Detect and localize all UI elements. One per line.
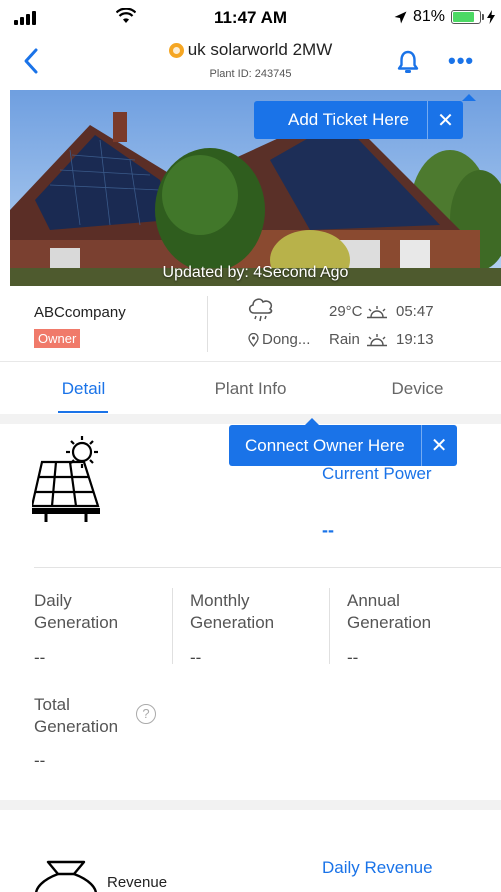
temperature: 29°C (329, 303, 363, 320)
location-pin-icon (248, 332, 259, 347)
battery-percent: 81% (412, 8, 445, 25)
company-name: ABCcompany (34, 304, 126, 321)
bell-icon[interactable] (397, 50, 419, 74)
add-ticket-tooltip-text[interactable]: Add Ticket Here (254, 110, 427, 130)
current-power-label: Current Power (322, 464, 432, 483)
annual-generation-label: Annual Generation (347, 591, 432, 632)
daily-revenue-label: Daily Revenue (322, 858, 433, 877)
plant-status-icon (168, 42, 184, 58)
section-divider (0, 800, 501, 810)
close-icon[interactable]: ✕ (420, 425, 457, 466)
monthly-generation-label: Monthly Generation (190, 591, 275, 632)
total-generation-label: Total Generation (34, 695, 119, 736)
updated-caption: Updated by: 4Second Ago (162, 264, 349, 281)
daily-generation-value: -- (34, 648, 46, 667)
divider (329, 588, 330, 664)
section-divider (0, 414, 501, 424)
location-arrow-icon (394, 11, 407, 23)
sunrise-icon (367, 305, 387, 318)
weather-condition: Rain (329, 331, 360, 348)
add-ticket-tooltip[interactable]: Add Ticket Here ✕ (254, 94, 476, 139)
sunrise-time: 05:47 (396, 303, 434, 320)
plant-info-row: ABCcompany Owner Dong... 29°C Rain 05:47 (0, 286, 501, 362)
money-bag-icon (35, 860, 97, 892)
monthly-generation-value: -- (190, 648, 202, 667)
tab-plant-info[interactable]: Plant Info (167, 362, 334, 414)
revenue-label: Revenue (107, 874, 168, 891)
more-options-icon[interactable]: ••• (448, 50, 474, 72)
plant-id: Plant ID: 243745 (209, 67, 292, 80)
rain-cloud-icon (248, 298, 273, 322)
divider (172, 588, 173, 664)
owner-badge: Owner (34, 329, 81, 348)
tab-bar: Detail Plant Info Device (0, 362, 501, 414)
tab-detail[interactable]: Detail (0, 362, 167, 414)
connect-owner-tooltip-text[interactable]: Connect Owner Here (229, 436, 421, 456)
divider (34, 567, 501, 568)
current-power-value: -- (322, 520, 334, 540)
annual-generation-value: -- (347, 648, 359, 667)
total-generation-value: -- (34, 751, 46, 770)
help-icon[interactable]: ? (136, 704, 156, 724)
page-title: uk solarworld 2MW (187, 40, 333, 59)
sunset-icon (367, 333, 387, 346)
tab-device[interactable]: Device (334, 362, 501, 414)
close-icon[interactable]: ✕ (426, 101, 463, 139)
sunset-time: 19:13 (396, 331, 434, 348)
nav-bar: uk solarworld 2MW Plant ID: 243745 ••• (0, 36, 501, 90)
status-bar: 11:47 AM 81% (0, 0, 501, 36)
charging-bolt-icon (487, 10, 495, 24)
location-text: Dong... (262, 331, 311, 348)
daily-generation-label: Daily Generation (34, 591, 119, 632)
divider (207, 296, 208, 352)
battery-icon (451, 10, 484, 24)
solar-panel-icon (32, 436, 100, 522)
connect-owner-tooltip[interactable]: Connect Owner Here ✕ (229, 418, 457, 466)
